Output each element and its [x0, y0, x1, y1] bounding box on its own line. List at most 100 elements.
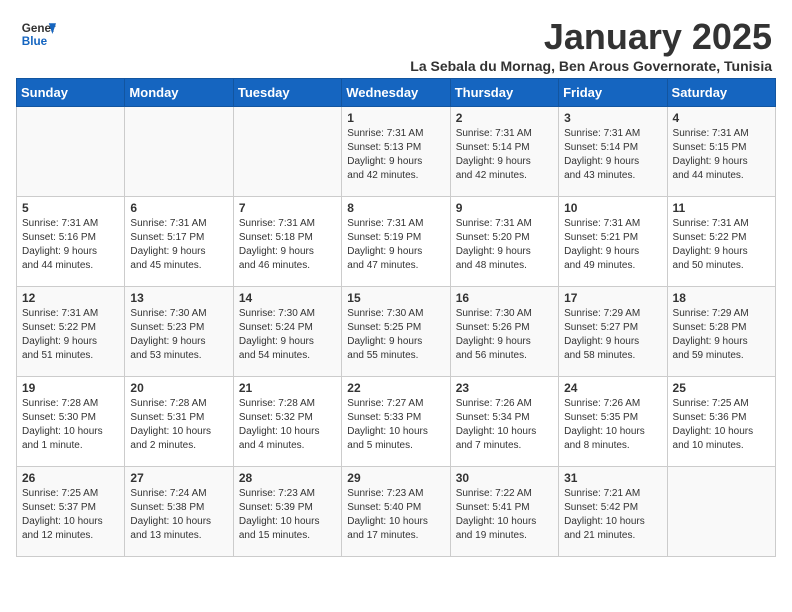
day-number: 27 [130, 471, 227, 485]
day-cell: 24Sunrise: 7:26 AM Sunset: 5:35 PM Dayli… [559, 377, 667, 467]
day-cell [125, 107, 233, 197]
cell-info: Sunrise: 7:26 AM Sunset: 5:35 PM Dayligh… [564, 397, 661, 453]
calendar-wrapper: SundayMondayTuesdayWednesdayThursdayFrid… [0, 78, 792, 573]
day-cell: 18 Sunrise: 7:29 AM Sunset: 5:28 PM Dayli… [667, 287, 775, 377]
cell-info: Sunrise: 7:31 AM Sunset: 5:15 PM Dayligh… [673, 127, 770, 183]
day-number: 13 [130, 291, 227, 305]
cell-info: Sunrise: 7:22 AM Sunset: 5:41 PM Dayligh… [456, 487, 553, 543]
day-number: 25 [673, 381, 770, 395]
day-cell: 15 Sunrise: 7:30 AM Sunset: 5:25 PM Dayli… [342, 287, 450, 377]
day-cell: 1Sunrise: 7:31 AM Sunset: 5:13 PM Daylig… [342, 107, 450, 197]
day-number: 9 [456, 201, 553, 215]
cell-info: Sunrise: 7:31 AM Sunset: 5:18 PM Dayligh… [239, 217, 336, 273]
cell-info: Sunrise: 7:31 AM Sunset: 5:14 PM Dayligh… [564, 127, 661, 183]
week-row-5: 26 Sunrise: 7:25 AM Sunset: 5:37 PM Dayli… [17, 467, 776, 557]
cell-info: Sunrise: 7:28 AM Sunset: 5:30 PM Dayligh… [22, 397, 119, 453]
cell-info: Sunrise: 7:31 AM Sunset: 5:16 PM Dayligh… [22, 217, 119, 273]
day-cell: 7 Sunrise: 7:31 AM Sunset: 5:18 PM Daylig… [233, 197, 341, 287]
cell-info: Sunrise: 7:31 AM Sunset: 5:19 PM Dayligh… [347, 217, 444, 273]
day-cell: 17Sunrise: 7:29 AM Sunset: 5:27 PM Dayli… [559, 287, 667, 377]
header-day-wednesday: Wednesday [342, 79, 450, 107]
cell-info: Sunrise: 7:24 AM Sunset: 5:38 PM Dayligh… [130, 487, 227, 543]
header-day-thursday: Thursday [450, 79, 558, 107]
day-cell: 25 Sunrise: 7:25 AM Sunset: 5:36 PM Dayli… [667, 377, 775, 467]
cell-info: Sunrise: 7:25 AM Sunset: 5:37 PM Dayligh… [22, 487, 119, 543]
day-cell: 28 Sunrise: 7:23 AM Sunset: 5:39 PM Dayli… [233, 467, 341, 557]
cell-info: Sunrise: 7:21 AM Sunset: 5:42 PM Dayligh… [564, 487, 661, 543]
cell-info: Sunrise: 7:25 AM Sunset: 5:36 PM Dayligh… [673, 397, 770, 453]
day-cell [17, 107, 125, 197]
week-row-1: 1Sunrise: 7:31 AM Sunset: 5:13 PM Daylig… [17, 107, 776, 197]
day-number: 7 [239, 201, 336, 215]
cell-info: Sunrise: 7:23 AM Sunset: 5:39 PM Dayligh… [239, 487, 336, 543]
day-number: 14 [239, 291, 336, 305]
week-row-2: 5 Sunrise: 7:31 AM Sunset: 5:16 PM Daylig… [17, 197, 776, 287]
day-number: 8 [347, 201, 444, 215]
day-cell: 22 Sunrise: 7:27 AM Sunset: 5:33 PM Dayli… [342, 377, 450, 467]
header-day-monday: Monday [125, 79, 233, 107]
day-cell: 27 Sunrise: 7:24 AM Sunset: 5:38 PM Dayli… [125, 467, 233, 557]
calendar-table: SundayMondayTuesdayWednesdayThursdayFrid… [16, 78, 776, 557]
day-cell: 12 Sunrise: 7:31 AM Sunset: 5:22 PM Dayli… [17, 287, 125, 377]
day-number: 16 [456, 291, 553, 305]
day-number: 21 [239, 381, 336, 395]
cell-info: Sunrise: 7:29 AM Sunset: 5:28 PM Dayligh… [673, 307, 770, 363]
day-cell: 26 Sunrise: 7:25 AM Sunset: 5:37 PM Dayli… [17, 467, 125, 557]
day-cell: 5 Sunrise: 7:31 AM Sunset: 5:16 PM Daylig… [17, 197, 125, 287]
day-cell [667, 467, 775, 557]
day-number: 3 [564, 111, 661, 125]
day-number: 20 [130, 381, 227, 395]
cell-info: Sunrise: 7:29 AM Sunset: 5:27 PM Dayligh… [564, 307, 661, 363]
day-number: 6 [130, 201, 227, 215]
logo-icon: General Blue [20, 16, 56, 52]
page-header: General Blue January 2025 La Sebala du M… [0, 0, 792, 78]
day-number: 26 [22, 471, 119, 485]
logo: General Blue [20, 16, 56, 52]
header-day-saturday: Saturday [667, 79, 775, 107]
day-cell: 6Sunrise: 7:31 AM Sunset: 5:17 PM Daylig… [125, 197, 233, 287]
cell-info: Sunrise: 7:30 AM Sunset: 5:25 PM Dayligh… [347, 307, 444, 363]
cell-info: Sunrise: 7:26 AM Sunset: 5:34 PM Dayligh… [456, 397, 553, 453]
day-number: 12 [22, 291, 119, 305]
day-cell: 8 Sunrise: 7:31 AM Sunset: 5:19 PM Daylig… [342, 197, 450, 287]
day-number: 4 [673, 111, 770, 125]
day-number: 5 [22, 201, 119, 215]
day-cell: 9 Sunrise: 7:31 AM Sunset: 5:20 PM Daylig… [450, 197, 558, 287]
title-block: January 2025 La Sebala du Mornag, Ben Ar… [410, 16, 772, 74]
day-cell: 31 Sunrise: 7:21 AM Sunset: 5:42 PM Dayli… [559, 467, 667, 557]
day-number: 22 [347, 381, 444, 395]
day-number: 31 [564, 471, 661, 485]
day-cell: 4 Sunrise: 7:31 AM Sunset: 5:15 PM Daylig… [667, 107, 775, 197]
day-number: 11 [673, 201, 770, 215]
cell-info: Sunrise: 7:31 AM Sunset: 5:22 PM Dayligh… [22, 307, 119, 363]
day-cell: 19Sunrise: 7:28 AM Sunset: 5:30 PM Dayli… [17, 377, 125, 467]
day-cell: 30Sunrise: 7:22 AM Sunset: 5:41 PM Dayli… [450, 467, 558, 557]
cell-info: Sunrise: 7:30 AM Sunset: 5:23 PM Dayligh… [130, 307, 227, 363]
cell-info: Sunrise: 7:31 AM Sunset: 5:22 PM Dayligh… [673, 217, 770, 273]
day-number: 18 [673, 291, 770, 305]
day-number: 29 [347, 471, 444, 485]
day-cell: 13 Sunrise: 7:30 AM Sunset: 5:23 PM Dayli… [125, 287, 233, 377]
day-cell: 23Sunrise: 7:26 AM Sunset: 5:34 PM Dayli… [450, 377, 558, 467]
day-cell [233, 107, 341, 197]
day-number: 15 [347, 291, 444, 305]
week-row-4: 19Sunrise: 7:28 AM Sunset: 5:30 PM Dayli… [17, 377, 776, 467]
day-number: 10 [564, 201, 661, 215]
day-number: 28 [239, 471, 336, 485]
svg-text:Blue: Blue [22, 35, 48, 48]
day-cell: 20Sunrise: 7:28 AM Sunset: 5:31 PM Dayli… [125, 377, 233, 467]
day-number: 1 [347, 111, 444, 125]
day-cell: 14 Sunrise: 7:30 AM Sunset: 5:24 PM Dayli… [233, 287, 341, 377]
cell-info: Sunrise: 7:31 AM Sunset: 5:20 PM Dayligh… [456, 217, 553, 273]
cell-info: Sunrise: 7:23 AM Sunset: 5:40 PM Dayligh… [347, 487, 444, 543]
day-cell: 29 Sunrise: 7:23 AM Sunset: 5:40 PM Dayli… [342, 467, 450, 557]
cell-info: Sunrise: 7:30 AM Sunset: 5:26 PM Dayligh… [456, 307, 553, 363]
cell-info: Sunrise: 7:30 AM Sunset: 5:24 PM Dayligh… [239, 307, 336, 363]
header-day-friday: Friday [559, 79, 667, 107]
cell-info: Sunrise: 7:28 AM Sunset: 5:32 PM Dayligh… [239, 397, 336, 453]
cell-info: Sunrise: 7:27 AM Sunset: 5:33 PM Dayligh… [347, 397, 444, 453]
month-title: January 2025 [410, 16, 772, 58]
day-cell: 11 Sunrise: 7:31 AM Sunset: 5:22 PM Dayli… [667, 197, 775, 287]
cell-info: Sunrise: 7:31 AM Sunset: 5:21 PM Dayligh… [564, 217, 661, 273]
header-day-tuesday: Tuesday [233, 79, 341, 107]
